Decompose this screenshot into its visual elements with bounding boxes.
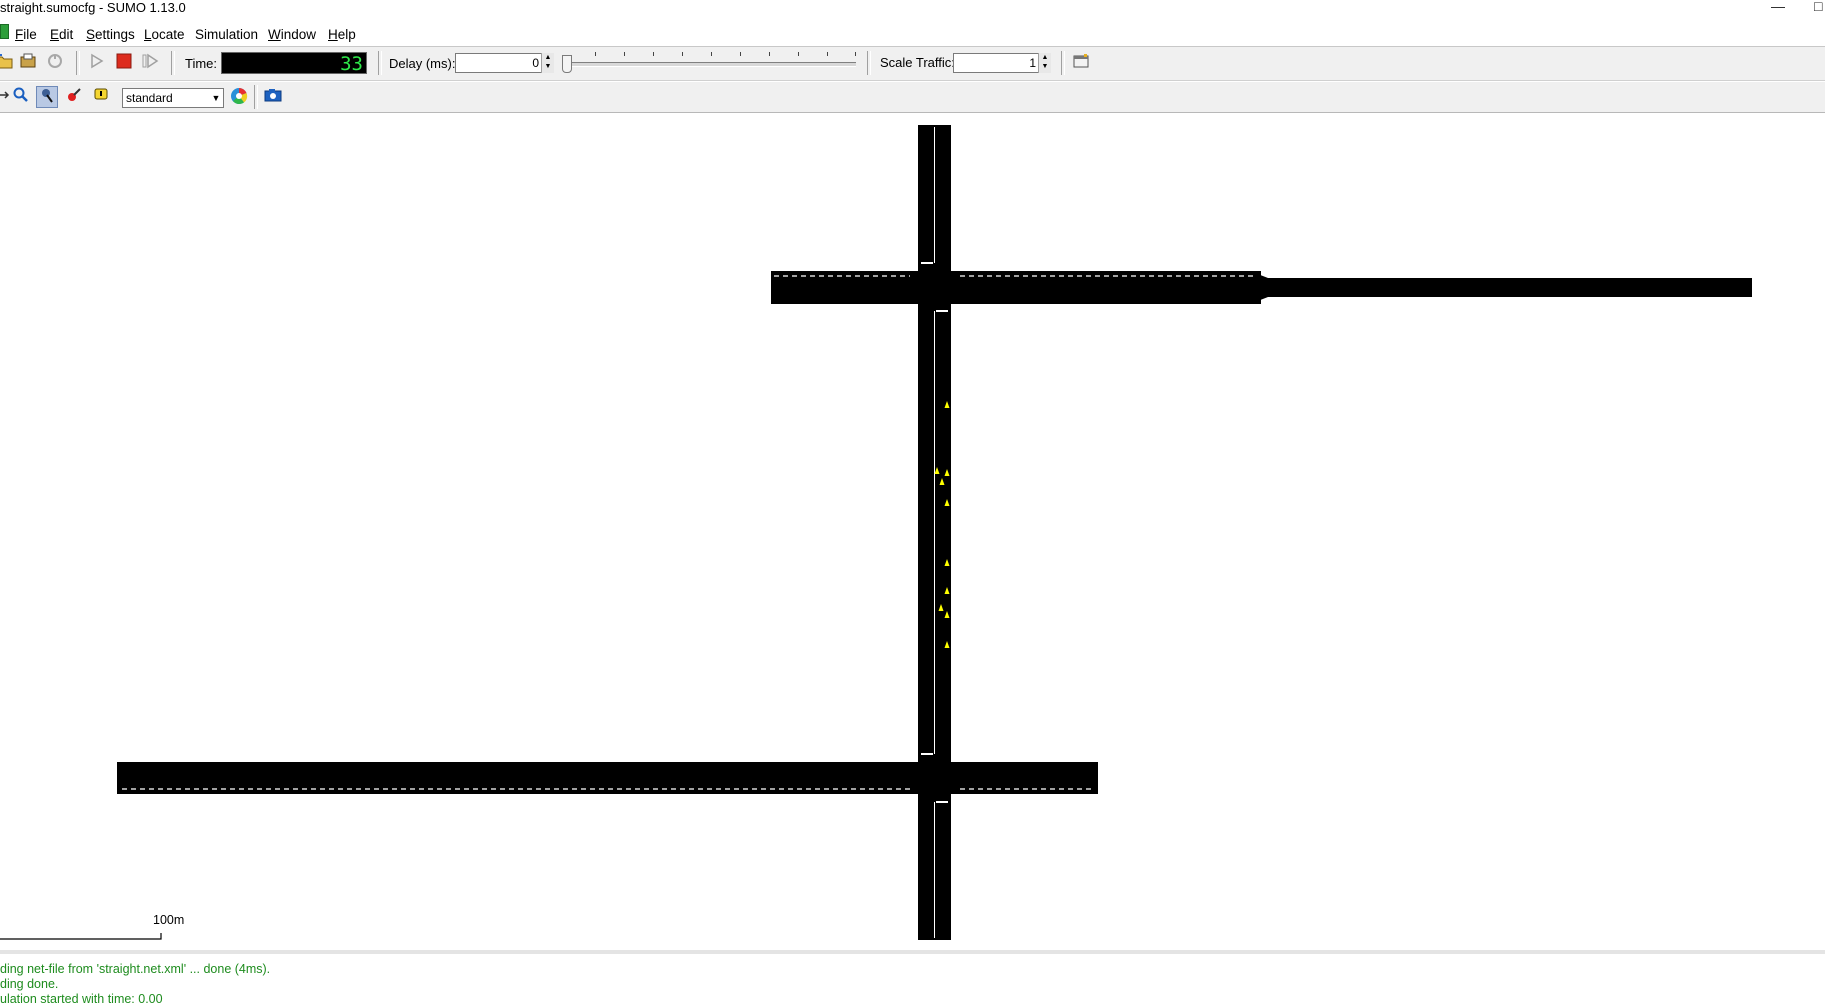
time-display: 33 [221, 52, 367, 75]
minimize-button[interactable]: — [1771, 0, 1785, 14]
upper-road-east [1250, 271, 1752, 304]
delay-slider-thumb[interactable] [562, 55, 572, 73]
menu-file[interactable]: File [15, 27, 37, 42]
step-icon[interactable] [140, 53, 160, 73]
slider-tick [682, 52, 683, 56]
app-icon [0, 24, 9, 39]
junction-upper [912, 265, 956, 309]
run-icon[interactable] [87, 53, 107, 73]
slider-tick [595, 52, 596, 56]
edit-view-icon[interactable] [64, 87, 84, 107]
locate-icon[interactable] [36, 86, 58, 108]
menu-simulation[interactable]: Simulation [195, 27, 258, 42]
toolbar-separator [1061, 51, 1065, 75]
stop-icon[interactable] [114, 53, 134, 73]
scheme-value: standard [126, 91, 173, 105]
zoom-icon[interactable] [11, 87, 31, 107]
scale-bar [0, 933, 162, 940]
network-drawing [0, 125, 1752, 940]
menu-locate[interactable]: Locate [144, 27, 185, 42]
menu-window[interactable]: Window [268, 27, 316, 42]
slider-tick [827, 52, 828, 56]
message-line: ding done. [0, 977, 59, 991]
maximize-button[interactable]: □ [1814, 0, 1822, 14]
reload-icon[interactable] [18, 53, 38, 73]
menu-edit[interactable]: Edit [50, 27, 73, 42]
edit-breakpoints-icon[interactable] [91, 87, 111, 107]
time-label: Time: [185, 56, 218, 71]
title-bar: straight.sumocfg - SUMO 1.13.0 — □ [0, 0, 1825, 18]
message-line: ding net-file from 'straight.net.xml' ..… [0, 962, 271, 976]
color-wheel-icon[interactable] [229, 87, 249, 107]
delay-slider-track[interactable] [564, 62, 856, 67]
slider-tick [624, 52, 625, 56]
slider-tick [855, 52, 856, 56]
slider-tick [798, 52, 799, 56]
delay-input[interactable]: 0 [455, 53, 554, 73]
toolbar-separator [171, 51, 175, 75]
slider-tick [740, 52, 741, 56]
menu-settings[interactable]: Settings [86, 27, 135, 42]
scale-traffic-input[interactable]: 1 [953, 53, 1051, 73]
delay-spinner-arrows[interactable]: ▲ ▼ [541, 53, 554, 73]
save-icon[interactable] [45, 53, 65, 73]
menu-bar: File Edit Settings Locate Simulation Win… [0, 22, 1825, 47]
chevron-down-icon: ▼ [211, 93, 221, 103]
open-icon[interactable] [0, 53, 14, 73]
junction-lower [912, 756, 956, 800]
toolbar-separator [867, 51, 871, 75]
slider-tick [653, 52, 654, 56]
menu-help[interactable]: Help [328, 27, 356, 42]
scale-bar-label: 100m [153, 913, 185, 927]
breakpoint-icon[interactable] [1071, 53, 1091, 73]
toolbar-separator [254, 85, 258, 109]
toolbar-separator [378, 51, 382, 75]
message-window: ding net-file from 'straight.net.xml' ..… [0, 950, 1825, 1006]
delay-label: Delay (ms): [389, 56, 456, 71]
window-title: straight.sumocfg - SUMO 1.13.0 [0, 0, 186, 15]
network-canvas[interactable]: 100m [0, 113, 1825, 948]
screenshot-icon[interactable] [263, 87, 283, 107]
slider-tick [711, 52, 712, 56]
message-line: ulation started with time: 0.00 [0, 992, 163, 1006]
scale-traffic-label: Scale Traffic: [880, 55, 955, 70]
slider-tick [769, 52, 770, 56]
toolbar-separator [76, 51, 80, 75]
scale-spinner-arrows[interactable]: ▲ ▼ [1038, 53, 1051, 73]
visualization-scheme-select[interactable]: standard ▼ [122, 88, 224, 108]
